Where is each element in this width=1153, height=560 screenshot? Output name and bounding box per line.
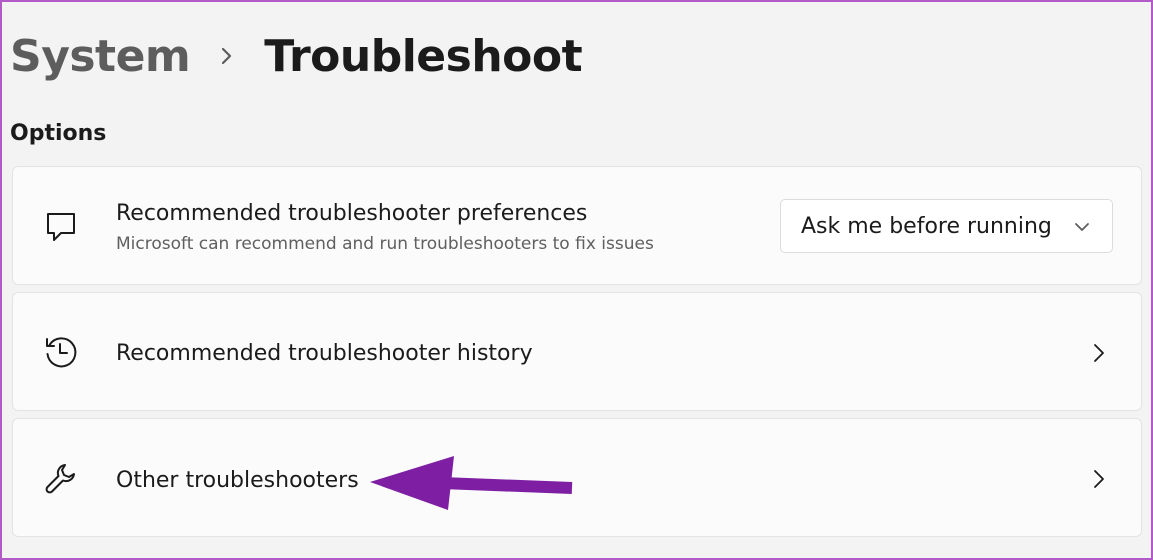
card-title: Other troubleshooters xyxy=(116,468,359,493)
page-title: Troubleshoot xyxy=(264,30,583,82)
card-subtitle: Microsoft can recommend and run troubles… xyxy=(116,234,654,254)
history-clock-icon xyxy=(43,334,79,370)
recommended-preferences-card: Recommended troubleshooter preferences M… xyxy=(12,166,1142,285)
dropdown-selected-value: Ask me before running xyxy=(801,213,1052,239)
chevron-right-icon xyxy=(1091,341,1107,365)
troubleshooter-preference-dropdown[interactable]: Ask me before running xyxy=(780,199,1113,253)
annotation-arrow xyxy=(362,452,582,520)
card-title: Recommended troubleshooter preferences xyxy=(116,201,588,226)
card-title: Recommended troubleshooter history xyxy=(116,341,533,366)
breadcrumb: System Troubleshoot xyxy=(10,24,583,88)
chevron-right-icon xyxy=(1091,467,1107,491)
chevron-down-icon xyxy=(1074,218,1090,237)
section-title-options: Options xyxy=(10,121,107,146)
breadcrumb-chevron-icon xyxy=(220,46,234,66)
breadcrumb-system-link[interactable]: System xyxy=(10,31,191,82)
chat-bubble-icon xyxy=(43,208,79,244)
wrench-icon xyxy=(43,461,79,497)
troubleshooter-history-card[interactable]: Recommended troubleshooter history xyxy=(12,292,1142,411)
